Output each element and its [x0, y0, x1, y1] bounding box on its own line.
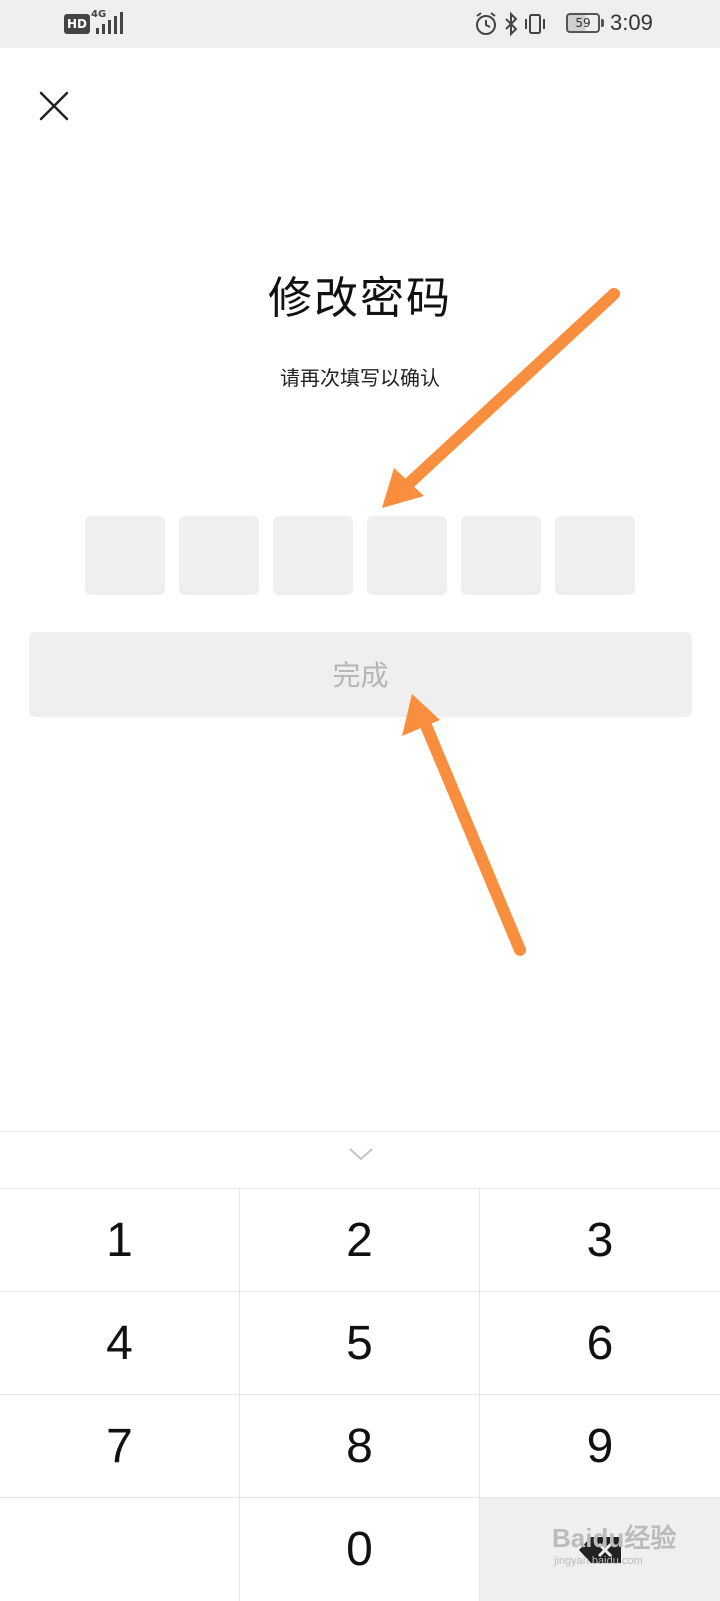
watermark: Baidu经验 jingyan.baidu.com	[552, 1518, 676, 1567]
close-icon[interactable]	[36, 88, 72, 124]
key-empty	[0, 1498, 240, 1601]
clock: 3:09	[610, 10, 653, 35]
status-icons	[476, 11, 545, 37]
annotation-arrow	[382, 288, 620, 508]
battery-icon: 59	[566, 13, 604, 33]
key-8[interactable]: 8	[240, 1395, 480, 1498]
pin-digit-box[interactable]	[367, 516, 447, 595]
key-5[interactable]: 5	[240, 1292, 480, 1395]
key-7[interactable]: 7	[0, 1395, 240, 1498]
page-title: 修改密码	[268, 273, 452, 324]
pin-digit-box[interactable]	[555, 516, 635, 595]
watermark-text: Baidu经验	[552, 1523, 677, 1553]
key-2[interactable]: 2	[240, 1189, 480, 1292]
annotation-arrow	[402, 694, 526, 956]
vibrate-icon	[525, 14, 545, 34]
status-bar: HD 4G 59 3:09	[0, 0, 720, 48]
page-subtitle: 请再次填写以确认	[280, 366, 440, 390]
key-9[interactable]: 9	[480, 1395, 720, 1498]
key-4[interactable]: 4	[0, 1292, 240, 1395]
signal-icon	[96, 12, 123, 34]
pin-input[interactable]	[85, 516, 637, 595]
key-0[interactable]: 0	[240, 1498, 480, 1601]
done-button[interactable]: 完成	[29, 632, 692, 717]
chevron-down-icon[interactable]	[348, 1146, 374, 1162]
pin-digit-box[interactable]	[273, 516, 353, 595]
hd-badge: HD	[64, 14, 91, 34]
watermark-subtext: jingyan.baidu.com	[554, 1555, 643, 1567]
key-1[interactable]: 1	[0, 1189, 240, 1292]
pin-digit-box[interactable]	[461, 516, 541, 595]
pin-digit-box[interactable]	[85, 516, 165, 595]
alarm-icon	[476, 12, 496, 35]
pin-digit-box[interactable]	[179, 516, 259, 595]
key-3[interactable]: 3	[480, 1189, 720, 1292]
key-6[interactable]: 6	[480, 1292, 720, 1395]
bluetooth-icon	[505, 11, 518, 37]
